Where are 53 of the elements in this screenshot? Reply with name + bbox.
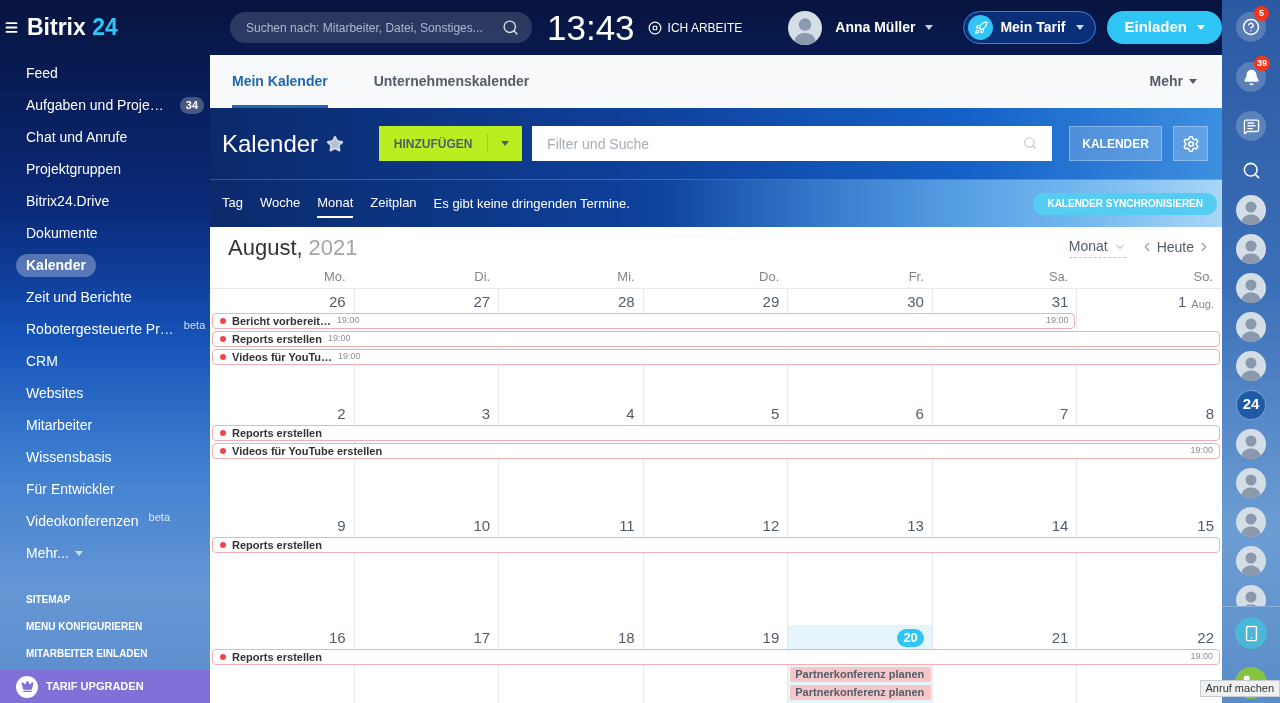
event-time: 19:00: [337, 314, 360, 328]
month-title: August,: [228, 233, 303, 262]
event-time: 19:00: [327, 332, 351, 346]
day-number: 13: [907, 516, 924, 536]
event-time: 19:00: [338, 350, 361, 364]
weekday-label: Do.: [759, 268, 780, 286]
beta-tag: beta: [183, 317, 206, 334]
day-number: 8: [1205, 404, 1214, 424]
day-number: 6: [915, 404, 924, 424]
day-number: 3: [481, 404, 491, 424]
day-number: 27: [473, 292, 491, 312]
day-number: 1: [1178, 292, 1187, 312]
weekday-label: Mo.: [323, 268, 346, 286]
day-number: 31: [1051, 292, 1069, 312]
weekday-label: So.: [1193, 268, 1213, 286]
event-end-time: 19:00: [1045, 314, 1069, 328]
day-number: 17: [473, 628, 491, 648]
weekday-label: Di.: [474, 268, 491, 286]
weekday-label: Mi.: [617, 268, 635, 286]
day-number: 26: [328, 292, 346, 312]
notice-text: Es gibt keine dringenden Termine.: [433, 194, 630, 213]
beta-tag: beta: [148, 509, 171, 526]
day-number: 7: [1060, 404, 1069, 424]
day-number: 29: [762, 292, 780, 312]
day-number: 4: [626, 404, 635, 424]
day-number: 22: [1197, 628, 1214, 648]
day-number: 14: [1051, 516, 1069, 536]
day-number: 21: [1051, 628, 1069, 648]
day-number: 30: [907, 292, 924, 312]
event-end-time: 19:00: [1190, 650, 1213, 664]
weekday-label: Sa.: [1048, 268, 1069, 286]
day-number: 9: [337, 516, 346, 536]
event-end-time: 19:00: [1190, 444, 1213, 458]
day-number: 18: [618, 628, 635, 648]
year-title: 2021: [308, 233, 358, 262]
notification-badge: 39: [1254, 56, 1270, 71]
notification-badge: 5: [1254, 6, 1269, 21]
day-number: 11: [619, 516, 635, 536]
day-number: 20: [897, 629, 924, 647]
page-title: Kalender: [222, 131, 319, 156]
counter-badge: 34: [179, 96, 204, 114]
month-suffix: Aug.: [1191, 297, 1214, 312]
day-number: 2: [337, 404, 346, 424]
tooltip: Anruf machen: [1199, 680, 1280, 697]
day-number: 16: [328, 628, 346, 648]
day-number: 15: [1197, 516, 1214, 536]
clock: 13:43: [547, 10, 635, 45]
day-number: 5: [770, 404, 780, 424]
day-number: 19: [762, 628, 780, 648]
day-number: 28: [618, 292, 635, 312]
day-number: 12: [762, 516, 780, 536]
weekday-label: Fr.: [908, 268, 924, 286]
day-number: 10: [473, 516, 491, 536]
